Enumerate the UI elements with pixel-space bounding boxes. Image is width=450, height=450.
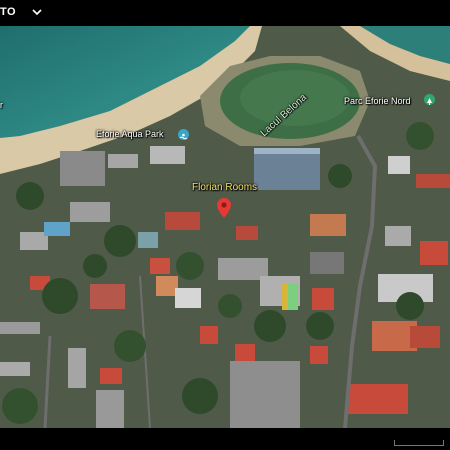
poi-label-park[interactable]: Parc Eforie Nord [344,96,411,106]
location-pin-icon[interactable] [217,198,231,218]
map-imagery [0,26,450,428]
hotel-label[interactable]: Florian Rooms [192,182,257,193]
chevron-down-icon[interactable] [30,5,44,19]
tall-hotel-building [254,148,320,190]
satellite-map[interactable]: r Eforie Aqua Park Lacul Belona Parc Efo… [0,26,450,428]
bottom-bar [0,428,450,450]
top-bar: TO [0,0,450,26]
scale-bar [394,440,444,446]
brand-text: TO [0,6,17,18]
edge-label: r [0,100,3,110]
water-park-icon[interactable] [178,129,189,140]
park-icon[interactable] [424,94,435,105]
poi-label-aqua-park[interactable]: Eforie Aqua Park [96,129,164,139]
